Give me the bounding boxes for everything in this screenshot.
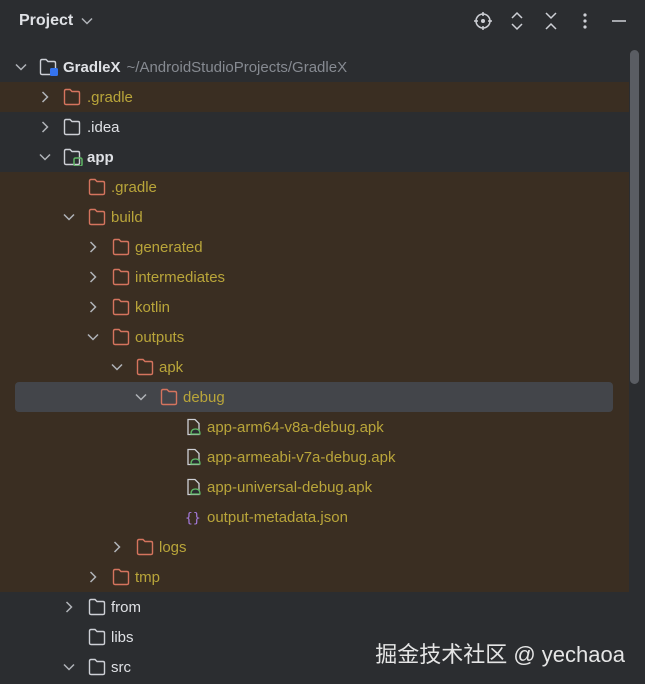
- svg-text:{}: {}: [185, 511, 201, 526]
- tree-label: app: [87, 149, 114, 166]
- chevron-down-icon[interactable]: [61, 209, 77, 225]
- folder-icon: [88, 658, 106, 676]
- tree-row-apk[interactable]: apk: [0, 352, 629, 382]
- tool-window-header: Project: [0, 0, 645, 44]
- locate-file-button[interactable]: [473, 10, 493, 32]
- chevron-down-icon: [81, 12, 93, 30]
- tree-row-gradle-root[interactable]: .gradle: [0, 82, 629, 112]
- chevron-right-icon[interactable]: [37, 89, 53, 105]
- minimize-icon: [612, 20, 626, 22]
- tree-row-from[interactable]: from: [0, 592, 629, 622]
- chevron-right-icon[interactable]: [37, 119, 53, 135]
- tree-row-generated[interactable]: generated: [0, 232, 629, 262]
- module-folder-icon: [39, 58, 58, 76]
- tree-label: logs: [159, 539, 187, 556]
- view-selector[interactable]: Project: [19, 12, 93, 30]
- project-tree: GradleX ~/AndroidStudioProjects/GradleX .…: [0, 52, 629, 682]
- tree-row-app[interactable]: app: [0, 142, 629, 172]
- android-module-icon: [63, 148, 83, 167]
- chevron-down-icon[interactable]: [109, 359, 125, 375]
- tree-row-app-gradle[interactable]: .gradle: [0, 172, 629, 202]
- excluded-folder-icon: [112, 268, 130, 286]
- excluded-folder-icon: [136, 538, 154, 556]
- collapse-all-button[interactable]: [541, 10, 561, 32]
- tree-row-apk-file[interactable]: app-armeabi-v7a-debug.apk: [0, 442, 629, 472]
- tree-label: build: [111, 209, 143, 226]
- json-file-icon: {}: [185, 508, 203, 526]
- folder-icon: [88, 628, 106, 646]
- options-button[interactable]: [575, 10, 595, 32]
- tree-row-logs[interactable]: logs: [0, 532, 629, 562]
- tree-label: tmp: [135, 569, 161, 586]
- vertical-scrollbar[interactable]: [630, 50, 639, 384]
- more-vertical-icon: [583, 13, 587, 29]
- chevron-right-icon[interactable]: [85, 569, 101, 585]
- apk-file-icon: [185, 478, 203, 496]
- expand-icon: [511, 11, 523, 31]
- tree-row-intermediates[interactable]: intermediates: [0, 262, 629, 292]
- chevron-down-icon[interactable]: [61, 659, 77, 675]
- chevron-right-icon[interactable]: [61, 599, 77, 615]
- header-actions: [473, 10, 629, 32]
- excluded-folder-icon: [136, 358, 154, 376]
- excluded-folder-icon: [112, 568, 130, 586]
- project-path: ~/AndroidStudioProjects/GradleX: [126, 59, 348, 76]
- tree-label: from: [111, 599, 141, 616]
- tree-label: .gradle: [87, 89, 133, 106]
- tree-label: kotlin: [135, 299, 171, 316]
- tree-label: outputs: [135, 329, 185, 346]
- tree-label: app-armeabi-v7a-debug.apk: [207, 449, 396, 466]
- excluded-folder-icon: [88, 178, 106, 196]
- tree-row-kotlin[interactable]: kotlin: [0, 292, 629, 322]
- tree-row-idea[interactable]: .idea: [0, 112, 629, 142]
- folder-icon: [63, 118, 81, 136]
- tree-row-outputs[interactable]: outputs: [0, 322, 629, 352]
- tree-label: app-universal-debug.apk: [207, 479, 373, 496]
- expand-collapse-button[interactable]: [507, 10, 527, 32]
- folder-icon: [88, 598, 106, 616]
- tree-label: debug: [183, 389, 225, 406]
- tree-row-root[interactable]: GradleX ~/AndroidStudioProjects/GradleX: [0, 52, 629, 82]
- chevron-down-icon[interactable]: [13, 59, 29, 75]
- tree-label: GradleX ~/AndroidStudioProjects/GradleX: [63, 59, 347, 76]
- selection-highlight: [15, 382, 613, 412]
- tree-label: src: [111, 659, 131, 676]
- tree-label: generated: [135, 239, 203, 256]
- tree-row-json-file[interactable]: {} output-metadata.json: [0, 502, 629, 532]
- chevron-right-icon[interactable]: [85, 239, 101, 255]
- tree-row-tmp[interactable]: tmp: [0, 562, 629, 592]
- tree-label: .gradle: [111, 179, 157, 196]
- tree-row-debug[interactable]: debug: [0, 382, 629, 412]
- excluded-folder-icon: [112, 238, 130, 256]
- excluded-folder-icon: [112, 298, 130, 316]
- apk-file-icon: [185, 418, 203, 436]
- chevron-right-icon[interactable]: [85, 299, 101, 315]
- excluded-folder-icon: [112, 328, 130, 346]
- chevron-down-icon[interactable]: [133, 389, 149, 405]
- tree-row-build[interactable]: build: [0, 202, 629, 232]
- excluded-folder-icon: [88, 208, 106, 226]
- project-name: GradleX: [63, 59, 121, 76]
- tree-label: .idea: [87, 119, 120, 136]
- chevron-down-icon[interactable]: [85, 329, 101, 345]
- tree-label: output-metadata.json: [207, 509, 348, 526]
- excluded-folder-icon: [160, 388, 178, 406]
- collapse-icon: [545, 12, 557, 30]
- locate-icon: [474, 12, 492, 30]
- tree-label: libs: [111, 629, 134, 646]
- hide-button[interactable]: [609, 10, 629, 32]
- view-title: Project: [19, 12, 74, 29]
- excluded-folder-icon: [63, 88, 81, 106]
- chevron-down-icon[interactable]: [37, 149, 53, 165]
- tree-label: apk: [159, 359, 184, 376]
- watermark: 掘金技术社区 @ yechaoa: [375, 642, 625, 667]
- tree-label: intermediates: [135, 269, 226, 286]
- tree-row-apk-file[interactable]: app-arm64-v8a-debug.apk: [0, 412, 629, 442]
- project-tool-window: Project GradleX ~/AndroidStudioProjects/…: [0, 0, 645, 684]
- chevron-right-icon[interactable]: [85, 269, 101, 285]
- apk-file-icon: [185, 448, 203, 466]
- chevron-right-icon[interactable]: [109, 539, 125, 555]
- tree-row-apk-file[interactable]: app-universal-debug.apk: [0, 472, 629, 502]
- tree-label: app-arm64-v8a-debug.apk: [207, 419, 384, 436]
